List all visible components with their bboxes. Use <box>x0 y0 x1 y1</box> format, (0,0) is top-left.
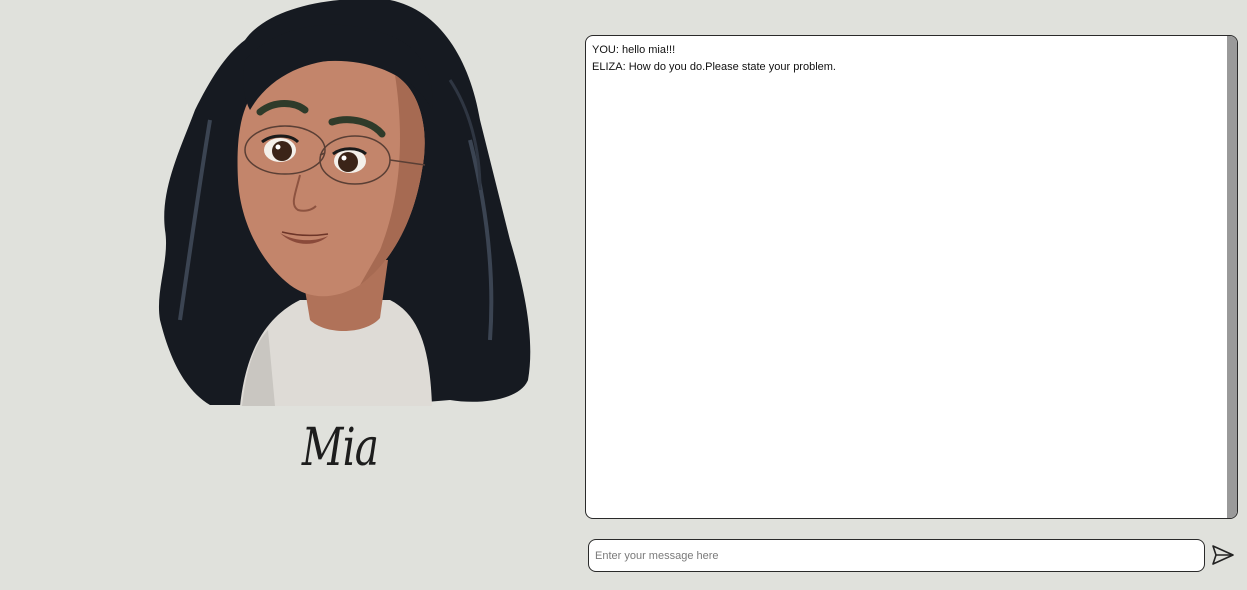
chat-scrollbar[interactable] <box>1227 36 1237 518</box>
character-name: Mia <box>301 418 379 478</box>
message-composer <box>588 539 1238 572</box>
send-button[interactable] <box>1210 543 1236 569</box>
message-speaker: YOU <box>592 44 616 56</box>
message-text: How do you do.Please state your problem. <box>628 61 836 73</box>
message-speaker: ELIZA <box>592 61 623 73</box>
chat-message: ELIZA: How do you do.Please state your p… <box>592 61 836 73</box>
message-input[interactable] <box>588 539 1205 572</box>
message-text: hello mia!!! <box>621 44 676 56</box>
avatar-illustration <box>159 0 531 406</box>
chat-message: YOU: hello mia!!! <box>592 44 676 56</box>
chat-page: Mia YOU: hello mia!!! ELIZA: How do you … <box>0 0 1247 590</box>
chat-log: YOU: hello mia!!! ELIZA: How do you do.P… <box>585 35 1238 519</box>
chat-messages: YOU: hello mia!!! ELIZA: How do you do.P… <box>586 36 1227 518</box>
avatar <box>150 0 540 406</box>
send-arrow-icon <box>1212 545 1234 565</box>
